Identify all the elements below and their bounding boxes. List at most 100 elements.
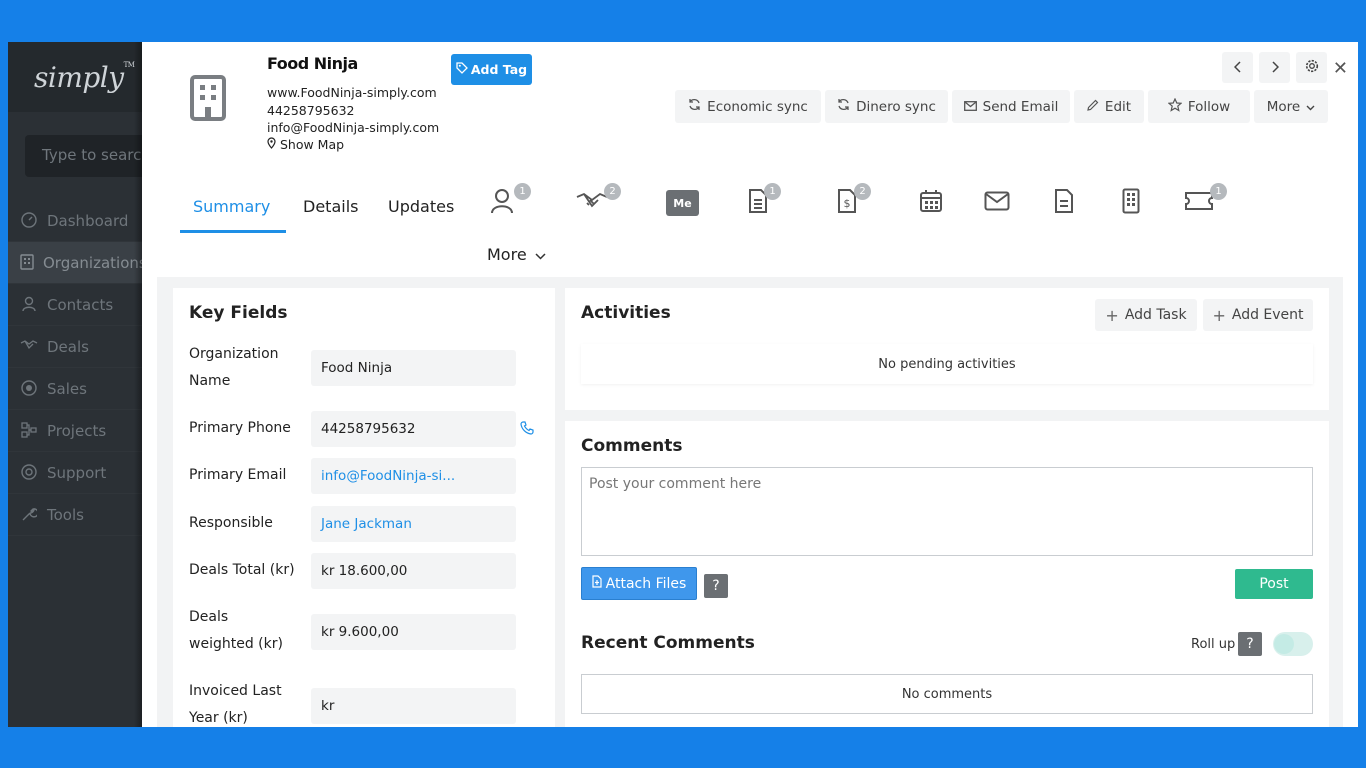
sidebar-item-label: Contacts [47, 295, 114, 314]
tab-me[interactable]: Me [666, 189, 699, 217]
logo-area: simplyTM [8, 42, 142, 112]
label-line-2: weighted (kr) [189, 636, 283, 652]
pencil-icon [1087, 99, 1099, 115]
settings-button[interactable] [1296, 52, 1327, 83]
primary-email-value[interactable]: info@FoodNinja-si... [311, 458, 516, 494]
sidebar-item-dashboard[interactable]: Dashboard [8, 200, 142, 242]
field-label-deals-weighted: Deals weighted (kr) [189, 604, 283, 658]
sidebar-item-deals[interactable]: Deals [8, 326, 142, 368]
chevron-left-icon [1233, 58, 1242, 77]
add-tag-button[interactable]: Add Tag [451, 54, 532, 85]
sidebar-item-sales[interactable]: Sales [8, 368, 142, 410]
follow-button[interactable]: Follow [1148, 90, 1250, 123]
tab-contacts[interactable]: 1 [488, 183, 531, 218]
deals-weighted-value[interactable]: kr 9.600,00 [311, 614, 516, 650]
sidebar-shadow [134, 42, 142, 727]
add-task-button[interactable]: + Add Task [1095, 299, 1197, 331]
dinero-sync-button[interactable]: Dinero sync [825, 90, 948, 123]
tab-summary[interactable]: Summary [193, 197, 270, 216]
sidebar-item-label: Sales [47, 379, 87, 398]
sidebar-item-support[interactable]: Support [8, 452, 142, 494]
sidebar-item-label: Projects [47, 421, 107, 440]
primary-phone-value[interactable]: 44258795632 [311, 411, 516, 447]
show-map-link[interactable]: Show Map [267, 137, 344, 152]
key-fields-title: Key Fields [189, 303, 288, 323]
field-label-invoiced-last-year: Invoiced Last Year (kr) [189, 678, 282, 727]
roll-up-toggle[interactable] [1273, 632, 1313, 656]
tag-icon [456, 62, 468, 77]
send-email-label: Send Email [982, 98, 1059, 115]
field-label-responsible: Responsible [189, 515, 273, 531]
org-website[interactable]: www.FoodNinja-simply.com [267, 85, 437, 100]
comments-card: Comments Post your comment here Attach F… [565, 421, 1329, 727]
deals-total-value[interactable]: kr 18.600,00 [311, 553, 516, 589]
tab-deals[interactable]: 2 [575, 183, 621, 217]
sidebar-item-label: Support [47, 463, 107, 482]
sidebar-search-input[interactable]: Type to search [25, 135, 142, 177]
building-icon [190, 75, 226, 121]
tab-notes[interactable] [1050, 189, 1078, 217]
chevron-right-icon [1271, 58, 1279, 77]
tab-invoices[interactable]: $ 2 [833, 183, 871, 217]
attach-help-button[interactable]: ? [704, 574, 728, 598]
economic-sync-button[interactable]: Economic sync [675, 90, 821, 123]
sidebar-nav: Dashboard Organizations Contacts Deals S… [8, 200, 142, 536]
no-comments-message: No comments [581, 674, 1313, 714]
edit-button[interactable]: Edit [1074, 90, 1144, 123]
tab-organizations[interactable] [1117, 188, 1145, 217]
add-event-button[interactable]: + Add Event [1203, 299, 1313, 331]
logo[interactable]: simplyTM [34, 61, 135, 94]
sidebar-item-contacts[interactable]: Contacts [8, 284, 142, 326]
active-tab-indicator [180, 230, 286, 233]
org-email[interactable]: info@FoodNinja-simply.com [267, 120, 439, 135]
add-event-label: Add Event [1231, 307, 1304, 323]
invoiced-last-year-value[interactable]: kr [311, 688, 516, 724]
sidebar-item-label: Organizations [43, 253, 142, 272]
sidebar-item-tools[interactable]: Tools [8, 494, 142, 536]
label-line-1: Deals [189, 609, 229, 625]
responsible-value[interactable]: Jane Jackman [311, 506, 516, 542]
more-actions-button[interactable]: More [1254, 90, 1328, 123]
close-icon[interactable]: ✕ [1333, 58, 1348, 79]
post-button[interactable]: Post [1235, 569, 1313, 599]
tab-details[interactable]: Details [303, 197, 358, 216]
sidebar-item-projects[interactable]: Projects [8, 410, 142, 452]
sales-icon [20, 379, 38, 398]
handshake-icon [20, 338, 38, 356]
tab-more-label: More [487, 245, 527, 264]
tab-more-button[interactable]: More [487, 245, 546, 264]
roll-up-label: Roll up [1191, 637, 1236, 652]
org-phone[interactable]: 44258795632 [267, 103, 354, 118]
tab-documents[interactable]: 1 [744, 183, 781, 217]
phone-icon[interactable] [520, 420, 534, 439]
wrench-icon [20, 506, 39, 524]
tab-tickets[interactable]: 1 [1183, 183, 1227, 217]
sidebar-item-label: Dashboard [47, 211, 129, 230]
send-email-button[interactable]: Send Email [952, 90, 1070, 123]
next-record-button[interactable] [1259, 52, 1290, 83]
person-icon [490, 188, 514, 218]
organization-name-value[interactable]: Food Ninja [311, 350, 516, 386]
attach-files-button[interactable]: Attach Files [581, 567, 697, 600]
key-fields-card: Key Fields Organization Name Food Ninja … [173, 288, 555, 727]
field-label-primary-email: Primary Email [189, 467, 287, 483]
dinero-sync-label: Dinero sync [856, 98, 936, 115]
more-actions-label: More [1266, 98, 1301, 115]
gear-icon [1305, 58, 1319, 77]
tab-updates[interactable]: Updates [388, 197, 454, 216]
org-name: Food Ninja [267, 54, 358, 73]
support-icon [20, 463, 38, 482]
label-line-1: Invoiced Last [189, 683, 282, 699]
prev-record-button[interactable] [1222, 52, 1253, 83]
comment-textarea[interactable]: Post your comment here [581, 467, 1313, 556]
sidebar-item-organizations[interactable]: Organizations [8, 242, 142, 284]
tab-calendar[interactable] [917, 189, 945, 217]
sync-icon [688, 98, 701, 115]
note-icon [1054, 188, 1074, 218]
activities-title: Activities [581, 303, 671, 323]
follow-label: Follow [1187, 98, 1231, 115]
roll-up-help-button[interactable]: ? [1238, 632, 1262, 656]
tab-emails[interactable] [983, 189, 1011, 217]
show-map-label: Show Map [279, 137, 345, 152]
contacts-count-badge: 1 [514, 183, 531, 200]
